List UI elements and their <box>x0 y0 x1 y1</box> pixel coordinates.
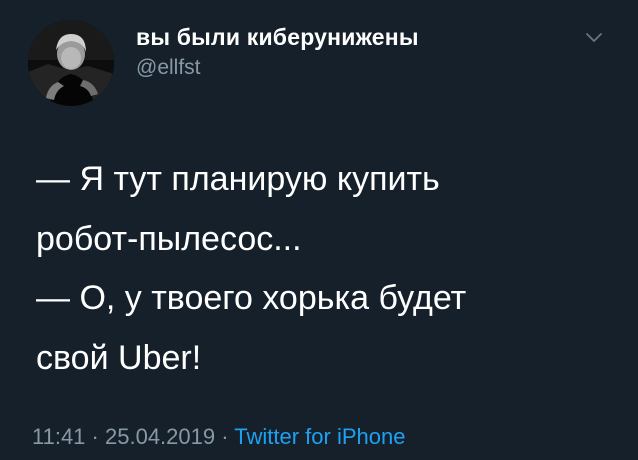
tweet-text: — Я тут планирую купить робот-пылесос...… <box>36 150 626 388</box>
meta-separator: · <box>221 424 229 449</box>
tweet-card: вы были киберунижены @ellfst — Я тут пла… <box>0 0 638 460</box>
tweet-date[interactable]: 25.04.2019 <box>105 424 215 449</box>
avatar[interactable] <box>28 20 114 106</box>
tweet-menu-button[interactable] <box>582 28 606 48</box>
tweet-text-line: свой Uber! <box>36 338 202 377</box>
author-block[interactable]: вы были киберунижены @ellfst <box>136 22 419 82</box>
tweet-text-line: робот-пылесос... <box>36 219 302 258</box>
user-handle[interactable]: @ellfst <box>136 54 419 82</box>
tweet-time[interactable]: 11:41 <box>32 424 85 449</box>
tweet-source-link[interactable]: Twitter for iPhone <box>234 424 405 449</box>
display-name[interactable]: вы были киберунижены <box>136 22 419 52</box>
tweet-meta: 11:41 · 25.04.2019 · Twitter for iPhone <box>32 423 405 451</box>
tweet-text-line: — Я тут планирую купить <box>36 160 440 198</box>
avatar-photo <box>28 20 114 106</box>
meta-separator: · <box>91 424 99 449</box>
chevron-down-icon <box>586 33 602 42</box>
tweet-text-line: — О, у твоего хорька будет <box>36 279 467 317</box>
